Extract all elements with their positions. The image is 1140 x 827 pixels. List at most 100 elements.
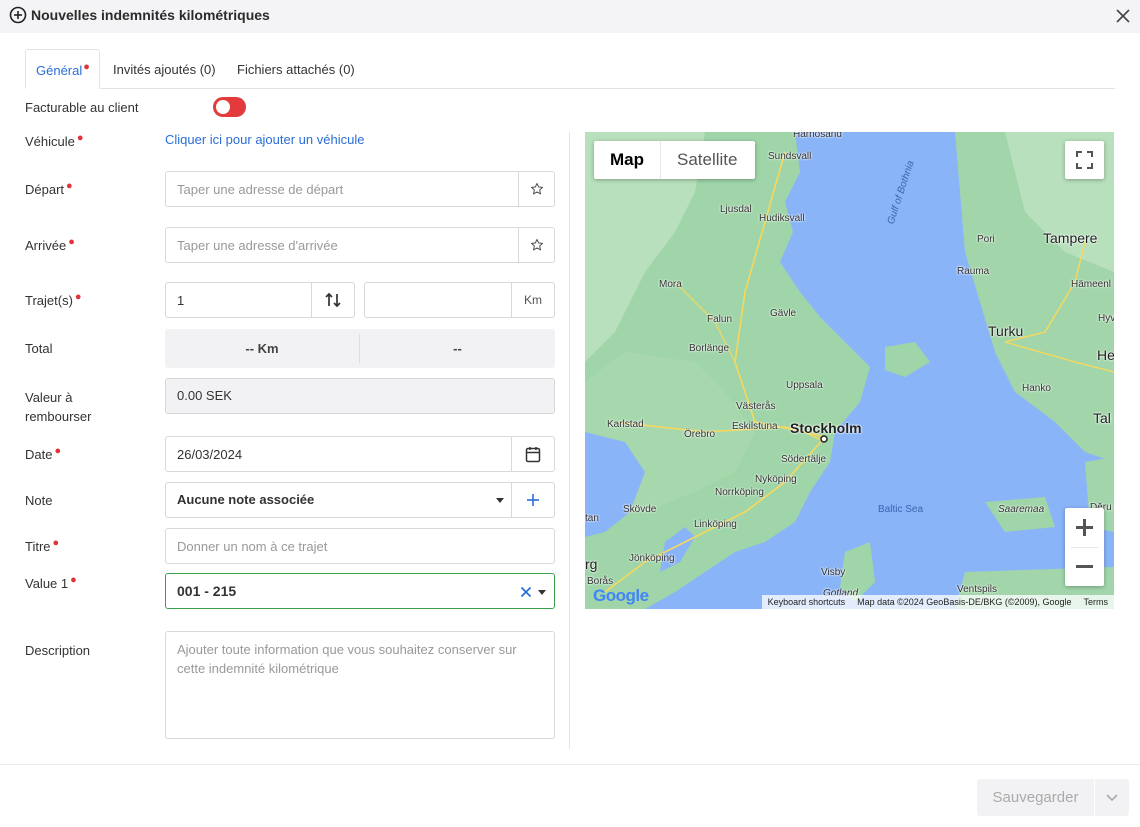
chevron-down-icon — [496, 498, 504, 503]
tab-bar: Général● Invités ajoutés (0) Fichiers at… — [25, 49, 1115, 89]
note-label: Note — [25, 493, 53, 508]
toggle-knob — [216, 100, 230, 114]
trips-input[interactable] — [166, 283, 312, 317]
add-vehicle-link[interactable]: Cliquer ici pour ajouter un véhicule — [165, 132, 364, 147]
date-picker-button[interactable] — [511, 437, 554, 471]
tab-general[interactable]: Général● — [25, 49, 100, 89]
distance-field: Km — [364, 282, 555, 318]
date-label: Date ● — [25, 445, 62, 462]
map-place: Gävle — [770, 308, 797, 319]
trips-swap-button[interactable] — [311, 283, 354, 317]
map-place: Norrköping — [715, 487, 764, 498]
map-type-control: Map Satellite — [594, 141, 755, 179]
tab-attachments[interactable]: Fichiers attachés (0) — [237, 49, 355, 89]
note-selected-value: Aucune note associée — [177, 492, 315, 507]
tab-guests[interactable]: Invités ajoutés (0) — [113, 49, 216, 89]
map-data-credit: Map data ©2024 GeoBasis-DE/BKG (©2009), … — [857, 597, 1072, 607]
terms-link[interactable]: Terms — [1078, 597, 1115, 607]
google-logo: Google — [593, 586, 649, 605]
map-attribution: Keyboard shortcuts Map data ©2024 GeoBas… — [761, 595, 1115, 609]
value1-selected-value: 001 - 215 — [177, 583, 237, 599]
map-place: Visby — [821, 567, 846, 578]
map-place: Hyv — [1098, 313, 1114, 324]
minus-icon — [1076, 565, 1093, 568]
map-place: Saaremaa — [998, 504, 1045, 515]
plus-icon — [1076, 519, 1093, 536]
total-label: Total — [25, 341, 53, 356]
map-place: Hämeenl — [1071, 279, 1112, 290]
required-marker: ● — [83, 61, 90, 73]
star-icon — [530, 182, 543, 195]
fullscreen-icon — [1076, 151, 1093, 169]
map-place: Tampere — [1043, 230, 1098, 246]
plus-circle-icon — [9, 6, 27, 24]
clear-icon[interactable] — [520, 586, 532, 598]
keyboard-shortcuts-link[interactable]: Keyboard shortcuts — [762, 597, 852, 607]
distance-unit: Km — [511, 283, 554, 317]
map-place: Ljusdal — [720, 204, 752, 215]
zoom-out-button[interactable] — [1065, 547, 1104, 586]
departure-label: Départ ● — [25, 180, 73, 197]
map-place: Eskilstuna — [732, 421, 778, 432]
vehicle-label: Véhicule ● — [25, 132, 84, 149]
map-terrain — [585, 132, 1114, 609]
map-place: rg — [585, 556, 598, 572]
zoom-control — [1065, 508, 1104, 586]
map-type-satellite-button[interactable]: Satellite — [660, 141, 755, 179]
map-type-map-button[interactable]: Map — [594, 141, 660, 179]
map-place: Södertälje — [781, 454, 827, 465]
departure-input[interactable] — [166, 172, 520, 206]
map-place: Nyköping — [755, 474, 797, 485]
billable-label: Facturable au client — [25, 100, 139, 115]
note-select[interactable]: Aucune note associée — [165, 482, 555, 518]
chevron-down-icon[interactable] — [538, 590, 546, 595]
map-place: Stockholm — [790, 420, 862, 436]
add-note-button[interactable] — [511, 483, 554, 517]
map-place: Örebro — [684, 429, 716, 440]
distance-input[interactable] — [365, 283, 512, 317]
map-place: He — [1097, 347, 1114, 363]
date-field — [165, 436, 555, 472]
chevron-down-icon — [1106, 794, 1118, 802]
arrival-input[interactable] — [166, 228, 520, 262]
map-place: Jönköping — [629, 553, 675, 564]
plus-icon — [527, 494, 539, 506]
map-place: Linköping — [694, 519, 737, 530]
map-place: Baltic Sea — [878, 504, 924, 515]
departure-favorite-button[interactable] — [518, 172, 554, 206]
save-button[interactable]: Sauvegarder — [977, 779, 1094, 816]
value1-select[interactable]: 001 - 215 — [165, 573, 555, 609]
title-label: Titre ● — [25, 537, 60, 554]
departure-field — [165, 171, 555, 207]
arrival-favorite-button[interactable] — [518, 228, 554, 262]
trips-label: Trajet(s) ● — [25, 291, 82, 308]
map-view[interactable]: Härnösand Sundsvall Gulf of Bothnia Ljus… — [585, 132, 1114, 609]
map-place: Mora — [659, 279, 682, 290]
map-place: Borlänge — [689, 343, 730, 354]
billable-toggle[interactable] — [213, 97, 246, 117]
calendar-icon — [525, 446, 541, 462]
fullscreen-button[interactable] — [1065, 141, 1104, 179]
save-options-button[interactable] — [1095, 779, 1129, 816]
map-place: Tal — [1093, 410, 1111, 426]
zoom-in-button[interactable] — [1065, 508, 1104, 547]
total-amount: -- — [453, 341, 462, 356]
map-place: Sundsvall — [768, 151, 812, 162]
footer-divider — [0, 764, 1140, 765]
column-divider — [569, 132, 570, 749]
dialog-title: Nouvelles indemnités kilométriques — [31, 7, 270, 23]
title-input[interactable] — [166, 529, 554, 563]
tab-general-label: Général — [36, 63, 83, 78]
map-place: Härnösand — [793, 132, 842, 140]
close-icon[interactable] — [1114, 7, 1132, 25]
map-place: Skövde — [623, 504, 657, 515]
total-km: -- Km — [245, 341, 279, 356]
date-input[interactable] — [166, 437, 513, 471]
description-textarea[interactable] — [165, 631, 555, 739]
total-summary: -- Km -- — [165, 329, 555, 368]
title-field — [165, 528, 555, 564]
map-place: Uppsala — [786, 380, 823, 391]
star-icon — [530, 238, 543, 251]
map-place: Falun — [707, 314, 733, 325]
map-place: Karlstad — [607, 419, 644, 430]
